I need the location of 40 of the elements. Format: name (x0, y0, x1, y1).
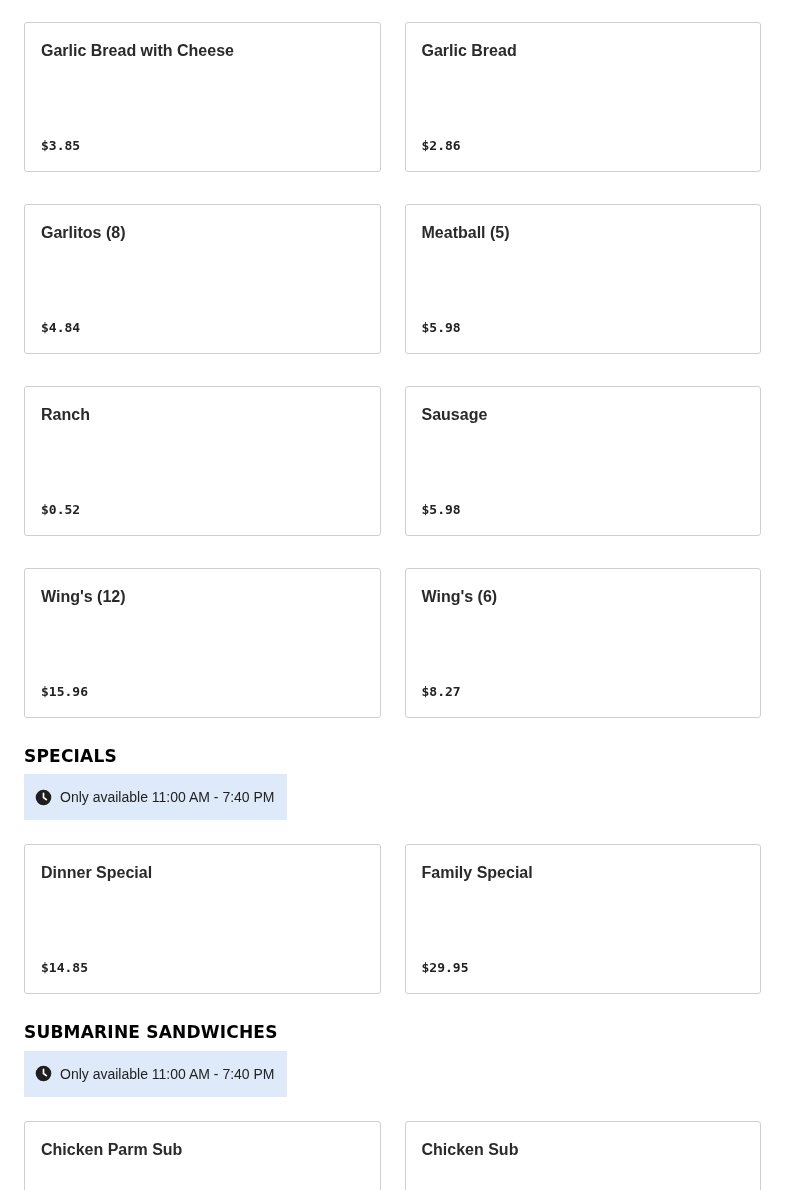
item-price: $5.98 (421, 320, 462, 335)
item-name: Wing's (12) (41, 588, 127, 606)
clock-icon (35, 788, 52, 806)
item-name: Meatball (5) (421, 224, 511, 242)
menu-item-card[interactable]: Family Special $29.95 (404, 844, 761, 995)
item-name: Ranch (41, 406, 91, 424)
item-name: Garlitos (8) (41, 224, 127, 242)
menu-item-card[interactable]: Garlitos (8) $4.84 (24, 204, 381, 354)
menu-item-card[interactable]: Wing's (6) $8.27 (404, 568, 761, 718)
clock-icon (35, 1065, 52, 1083)
item-price: $3.85 (41, 138, 82, 153)
item-price: $15.96 (41, 684, 89, 699)
menu-item-card[interactable]: Chicken Sub (404, 1120, 761, 1190)
item-price: $14.85 (41, 960, 89, 976)
menu-item-card[interactable]: Dinner Special $14.85 (24, 844, 381, 995)
item-name: Garlic Bread (421, 42, 518, 60)
availability-text: Only available 11:00 AM - 7:40 PM (60, 789, 275, 806)
item-name: Dinner Special (41, 864, 154, 883)
item-name: Family Special (421, 864, 534, 883)
menu-item-card[interactable]: Wing's (12) $15.96 (24, 568, 381, 718)
item-name: Sausage (421, 406, 489, 424)
section-heading: SUBMARINE SANDWICHES (24, 1022, 279, 1043)
item-price: $8.27 (421, 684, 462, 699)
item-price: $4.84 (41, 320, 82, 335)
item-name: Chicken Sub (421, 1140, 520, 1159)
item-name: Wing's (6) (421, 588, 499, 606)
item-price: $2.86 (421, 138, 462, 153)
item-price: $5.98 (421, 502, 462, 517)
item-price: $0.52 (41, 502, 82, 517)
item-name: Chicken Parm Sub (41, 1140, 184, 1159)
menu-item-card[interactable]: Garlic Bread $2.86 (404, 22, 761, 172)
item-price: $29.95 (421, 960, 470, 976)
menu-item-card[interactable]: Meatball (5) $5.98 (404, 204, 761, 354)
section-heading: SPECIALS (24, 746, 118, 767)
menu-item-card[interactable]: Sausage $5.98 (404, 386, 761, 536)
menu-item-card[interactable]: Garlic Bread with Cheese $3.85 (24, 22, 381, 172)
menu-item-card[interactable]: Chicken Parm Sub (24, 1120, 381, 1190)
item-name: Garlic Bread with Cheese (41, 42, 235, 60)
menu-item-card[interactable]: Ranch $0.52 (24, 386, 381, 536)
availability-text: Only available 11:00 AM - 7:40 PM (60, 1065, 275, 1082)
